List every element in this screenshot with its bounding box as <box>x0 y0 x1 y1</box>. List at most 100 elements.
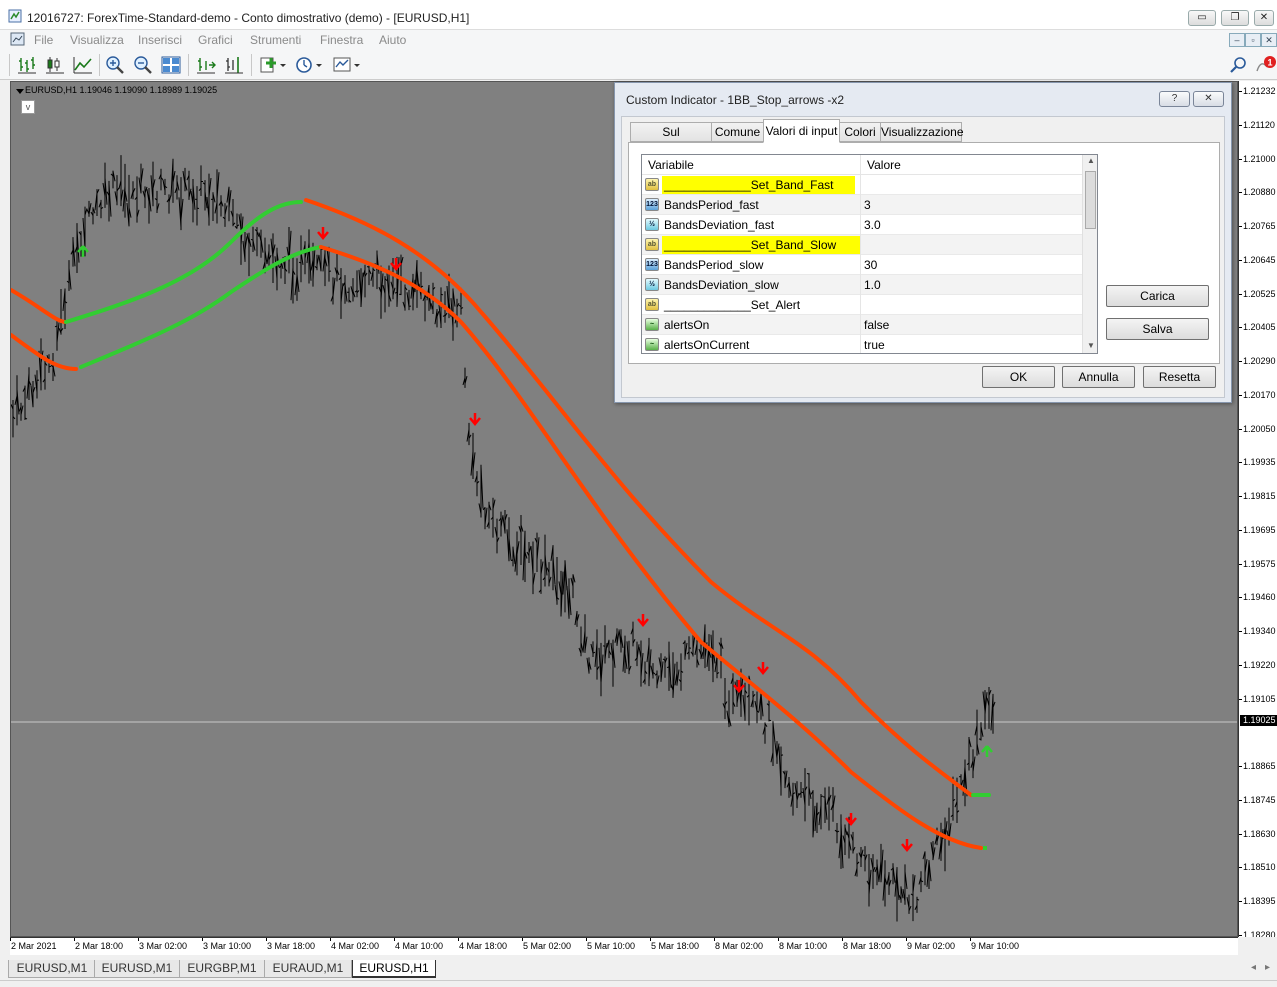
input-row[interactable]: ½ BandsDeviation_slow 1.0 <box>642 275 1082 295</box>
tab-visualization[interactable]: Visualizzazione <box>880 122 964 142</box>
input-value-field[interactable]: true <box>864 335 885 353</box>
price-tick <box>1239 124 1242 126</box>
price-axis[interactable]: 1.19025 1.21232 1.21120 1.21000 1.20880 1.20… <box>1238 81 1277 937</box>
notifications-count: 1 <box>1267 58 1272 68</box>
input-row[interactable]: ab _____________Set_Band_Slow <box>642 235 1082 255</box>
input-row[interactable]: ab _____________Set_Alert <box>642 295 1082 315</box>
price-tick-label: 1.20290 <box>1243 356 1276 366</box>
chart-tab-eurusd-h1[interactable]: EURUSD,H1 <box>352 960 436 978</box>
chart-shift-icon[interactable] <box>223 55 245 75</box>
dialog-close-button[interactable]: ✕ <box>1193 91 1224 107</box>
search-icon[interactable] <box>1228 55 1250 75</box>
column-separator <box>860 175 861 195</box>
input-row[interactable]: ½ BandsDeviation_fast 3.0 <box>642 215 1082 235</box>
column-separator <box>860 295 861 315</box>
restore-button[interactable]: ❐ <box>1221 10 1249 26</box>
chart-document-icon[interactable] <box>10 32 26 47</box>
price-tick-label: 1.19460 <box>1243 592 1276 603</box>
column-separator <box>860 275 861 295</box>
menu-file[interactable]: File <box>34 33 53 47</box>
zoom-out-icon[interactable] <box>132 55 154 75</box>
time-tick-label: 8 Mar 02:00 <box>715 941 764 951</box>
input-row[interactable]: ab _____________Set_Band_Fast <box>642 175 1082 195</box>
price-tick-label: 1.18510 <box>1243 862 1276 873</box>
input-value-field[interactable]: 3 <box>864 195 871 215</box>
tab-about[interactable]: Sul programma <box>630 122 712 157</box>
dialog-help-button[interactable]: ? <box>1159 91 1190 107</box>
price-tick-label: 1.20405 <box>1243 322 1276 333</box>
price-bar-open <box>666 666 670 669</box>
save-button[interactable]: Salva <box>1106 318 1209 340</box>
input-value-field[interactable]: 3.0 <box>864 215 881 235</box>
time-tick-label: 3 Mar 18:00 <box>267 941 316 951</box>
input-variable-name: _____________Set_Band_Slow <box>664 238 837 252</box>
load-button[interactable]: Carica <box>1106 285 1209 307</box>
boolean-type-icon: ~ <box>645 338 659 351</box>
column-header-variable[interactable]: Variabile <box>642 155 860 175</box>
scroll-up-icon[interactable]: ▲ <box>1087 156 1095 165</box>
menu-help[interactable]: Aiuto <box>379 33 406 47</box>
input-row[interactable]: ~ alertsOnCurrent true <box>642 335 1082 353</box>
input-value-field[interactable]: false <box>864 315 889 335</box>
one-click-trading-toggle[interactable]: v <box>21 100 35 114</box>
menu-view[interactable]: Visualizza <box>70 33 124 47</box>
notifications-icon[interactable]: 1 <box>1255 55 1277 75</box>
mdi-close-button[interactable]: ✕ <box>1261 33 1277 47</box>
time-tick-label: 9 Mar 02:00 <box>907 941 956 951</box>
tab-inputs[interactable]: Valori di input <box>763 119 840 143</box>
menu-insert[interactable]: Inserisci <box>138 33 182 47</box>
integer-type-icon: 123 <box>645 258 659 271</box>
line-chart-icon[interactable] <box>72 55 94 75</box>
price-tick-label: 1.19935 <box>1243 457 1276 468</box>
tab-scroll-right-icon[interactable]: ▸ <box>1265 962 1270 973</box>
bar-chart-icon[interactable] <box>16 55 38 75</box>
mdi-minimize-button[interactable]: – <box>1229 33 1245 47</box>
chart-tab-eurgbp-m1[interactable]: EURGBP,M1 <box>179 960 265 978</box>
tile-windows-icon[interactable] <box>160 55 182 75</box>
tab-common[interactable]: Comune <box>711 122 764 142</box>
templates-icon[interactable] <box>332 55 362 75</box>
menu-tools[interactable]: Strumenti <box>250 33 301 47</box>
indicators-icon[interactable] <box>258 55 288 75</box>
scroll-down-icon[interactable]: ▼ <box>1087 341 1095 350</box>
zoom-in-icon[interactable] <box>104 55 126 75</box>
chart-tab-euraud-m1[interactable]: EURAUD,M1 <box>264 960 352 978</box>
input-row[interactable]: ~ alertsOn false <box>642 315 1082 335</box>
toolbar: 1 <box>0 50 1277 80</box>
column-header-value[interactable]: Valore <box>861 155 1081 175</box>
input-row[interactable]: 123 BandsPeriod_fast 3 <box>642 195 1082 215</box>
grid-scrollbar[interactable]: ▲ ▼ <box>1082 155 1097 353</box>
ok-button[interactable]: OK <box>982 366 1055 388</box>
chart-tab-eurusd-m1-2[interactable]: EURUSD,M1 <box>94 960 180 978</box>
candlestick-icon[interactable] <box>44 55 66 75</box>
periods-icon[interactable] <box>294 55 324 75</box>
menu-bar: File Visualizza Inserisci Grafici Strume… <box>0 30 1277 50</box>
input-variable-name: _____________Set_Band_Fast <box>664 178 834 192</box>
menu-charts[interactable]: Grafici <box>198 33 233 47</box>
input-value-field[interactable]: 30 <box>864 255 877 275</box>
auto-scroll-icon[interactable] <box>195 55 217 75</box>
double-type-icon: ½ <box>645 278 659 291</box>
price-tick-label: 1.19815 <box>1243 491 1276 501</box>
chart-tabs-bar: EURUSD,M1 EURUSD,M1 EURGBP,M1 EURAUD,M1 … <box>0 956 1277 980</box>
reset-button[interactable]: Resetta <box>1143 366 1216 388</box>
price-tick-label: 1.18395 <box>1243 896 1276 906</box>
cancel-button[interactable]: Annulla <box>1062 366 1135 388</box>
input-row[interactable]: 123 BandsPeriod_slow 30 <box>642 255 1082 275</box>
symbol-dropdown-icon[interactable] <box>16 89 24 94</box>
time-tick-label: 5 Mar 18:00 <box>651 941 700 951</box>
close-button[interactable]: ✕ <box>1254 10 1274 26</box>
tab-scroll-left-icon[interactable]: ◂ <box>1251 962 1256 973</box>
status-bar <box>0 980 1277 987</box>
sell-arrow-icon <box>637 614 649 627</box>
tab-colors[interactable]: Colori <box>839 122 881 142</box>
scroll-thumb[interactable] <box>1085 171 1096 229</box>
mdi-restore-button[interactable]: ▫ <box>1245 33 1261 47</box>
price-tick <box>1239 361 1242 362</box>
minimize-button[interactable]: ▭ <box>1188 10 1216 26</box>
time-axis[interactable]: 2 Mar 2021 2 Mar 18:00 3 Mar 02:00 3 Mar 10… <box>10 937 1238 955</box>
column-separator <box>860 255 861 275</box>
input-value-field[interactable]: 1.0 <box>864 275 881 295</box>
chart-tab-eurusd-m1[interactable]: EURUSD,M1 <box>8 960 96 978</box>
menu-window[interactable]: Finestra <box>320 33 363 47</box>
